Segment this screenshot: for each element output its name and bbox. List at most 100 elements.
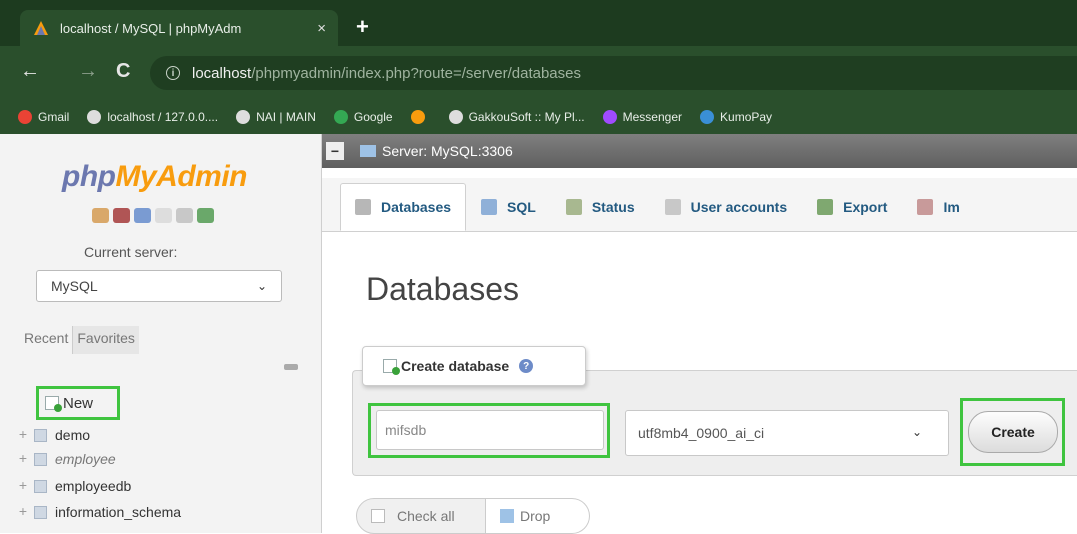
phpmyadmin-logo[interactable]: phpMyAdmin [62,160,247,194]
tab-user-accounts[interactable]: User accounts [650,183,802,231]
server-breadcrumb: − Server: MySQL:3306 [322,134,1077,168]
documentation-page-icon[interactable] [155,208,172,223]
menu-tab-label: Databases [381,199,452,215]
url-path: /phpmyadmin/index.php?route=/server/data… [251,64,581,82]
database-icon [34,452,47,466]
server-select[interactable]: MySQL ⌄ [36,270,282,302]
tree-item-database[interactable]: + information_schema [16,504,181,520]
create-button[interactable]: Create [968,411,1058,453]
tree-item-database[interactable]: + employeedb [16,478,131,494]
tab-favorites[interactable]: Favorites [73,326,139,354]
expand-plus-icon[interactable]: + [16,478,30,493]
check-all-checkbox[interactable] [371,509,385,523]
site-info-icon[interactable]: i [166,66,180,80]
tree-item-database[interactable]: + demo [16,427,90,443]
bookmark-7[interactable]: KumoPay [700,110,772,124]
settings-gear-icon[interactable] [176,208,193,223]
check-all-label: Check all [397,508,455,524]
server-icon [360,145,376,157]
new-tab-button[interactable]: + [356,14,369,40]
url-host: localhost [192,64,252,82]
drop-label: Drop [520,508,551,524]
bookmark-2[interactable]: NAI | MAIN [236,110,316,124]
top-menu: Databases SQL Status User accounts Export Im [322,178,1077,232]
menu-tab-icon [817,199,834,215]
home-icon[interactable] [92,208,109,223]
server-select-value: MySQL [51,278,98,294]
tree-item-database[interactable]: + employee [16,451,116,467]
server-title[interactable]: Server: MySQL:3306 [382,143,513,159]
bookmark-0[interactable]: Gmail [18,110,69,124]
tab-close-icon[interactable]: × [317,20,326,37]
address-bar[interactable]: i localhost /phpmyadmin/index.php?route=… [150,56,1077,90]
bulk-actions: Check all Drop [356,498,590,534]
tab-im[interactable]: Im [902,183,974,231]
bookmark-favicon-icon [410,110,425,124]
menu-tab-label: Export [843,199,888,215]
reload-navigation-icon[interactable] [197,208,214,223]
new-database-link[interactable]: New [36,386,120,420]
expand-plus-icon[interactable]: + [16,451,30,466]
logout-icon[interactable] [113,208,130,223]
bookmark-label: Google [353,110,393,124]
database-name: information_schema [55,504,182,520]
help-icon[interactable]: ? [519,359,534,373]
menu-tab-label: Im [943,199,960,215]
recent-favorites-tabs: Recent Favorites [20,326,139,354]
bookmark-favicon-icon [87,110,102,124]
page-title: Databases [366,271,519,307]
menu-tab-icon [481,199,498,215]
bookmark-favicon-icon [700,110,715,124]
database-icon [34,428,47,442]
check-all-button[interactable]: Check all [356,498,486,534]
tab-recent[interactable]: Recent [20,326,74,354]
expand-plus-icon[interactable]: + [16,504,30,519]
bookmark-label: NAI | MAIN [256,110,316,124]
menu-tab-label: User accounts [690,199,788,215]
database-name: employee [55,451,116,467]
navigation-icon-row [92,208,214,223]
tab-databases[interactable]: Databases [340,183,467,231]
bookmark-favicon-icon [448,110,463,124]
tab-sql[interactable]: SQL [466,183,551,231]
docs-icon[interactable] [134,208,151,223]
back-arrow-icon[interactable]: ← [20,60,40,83]
new-database-icon [45,396,62,412]
bookmark-favicon-icon [236,110,251,124]
browser-tab[interactable]: localhost / MySQL | phpMyAdm × [20,10,338,46]
bookmark-1[interactable]: localhost / 127.0.0.... [87,110,218,124]
bookmark-3[interactable]: Google [333,110,393,124]
forward-arrow-icon[interactable]: → [78,60,98,83]
drop-button[interactable]: Drop [486,498,590,534]
tab-export[interactable]: Export [802,183,902,231]
collapse-all-icon[interactable] [284,364,298,370]
bookmark-6[interactable]: Messenger [602,110,682,124]
database-icon [34,479,47,493]
bookmark-favicon-icon [18,110,32,124]
collation-select[interactable]: utf8mb4_0900_ai_ci ⌄ [625,410,949,456]
bookmark-label: KumoPay [720,110,773,124]
bookmarks-bar: Gmail localhost / 127.0.0.... NAI | MAIN Go… [0,100,1077,134]
collation-value: utf8mb4_0900_ai_ci [638,425,765,441]
reload-icon[interactable]: C [116,60,130,83]
current-server-label: Current server: [84,244,178,260]
bookmark-5[interactable]: GakkouSoft :: My Pl... [448,110,585,124]
chevron-down-icon: ⌄ [256,279,267,293]
database-name-input[interactable]: mifsdb [376,410,604,450]
create-database-icon [383,359,400,375]
collapse-panel-icon[interactable]: − [326,142,344,160]
menu-tab-icon [664,199,681,215]
browser-tab-title: localhost / MySQL | phpMyAdm [60,20,242,36]
database-name: demo [55,427,91,443]
chevron-down-icon: ⌄ [911,425,922,439]
bookmark-label: Gmail [38,110,70,124]
tab-status[interactable]: Status [551,183,650,231]
expand-plus-icon[interactable]: + [16,427,30,442]
bookmark-4[interactable] [410,110,431,124]
browser-tab-strip: localhost / MySQL | phpMyAdm × + [0,0,1077,46]
menu-tab-icon [565,199,582,215]
bookmark-label: localhost / 127.0.0.... [107,110,219,124]
database-name: employeedb [55,478,132,494]
menu-tab-icon [355,199,371,215]
browser-toolbar: ← → C i localhost /phpmyadmin/index.php?… [0,46,1077,100]
